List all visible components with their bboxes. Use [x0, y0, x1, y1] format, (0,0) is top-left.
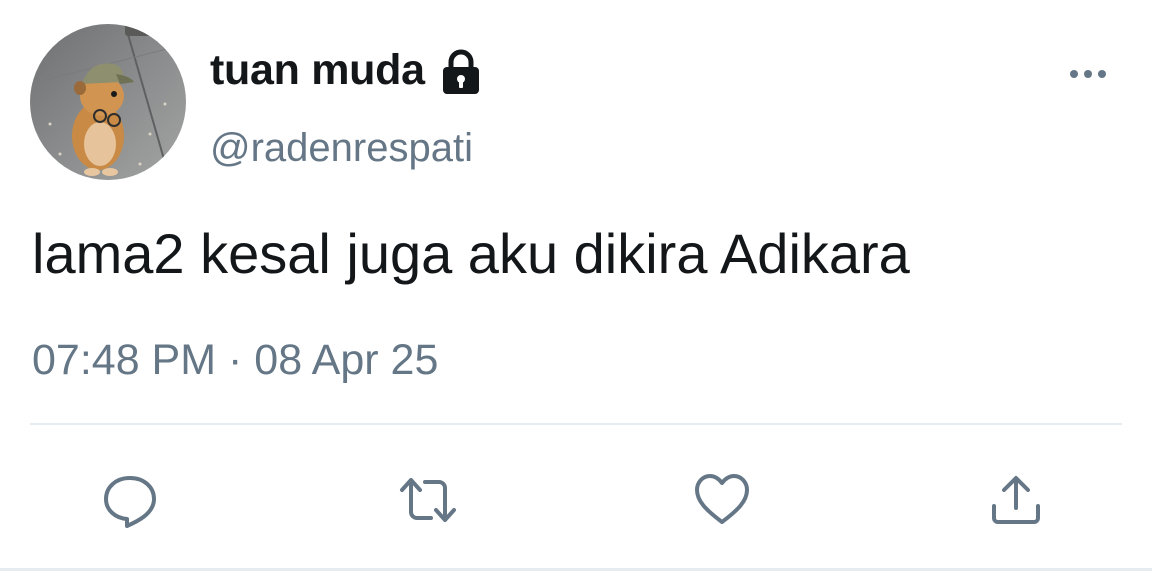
author-handle[interactable]: @radenrespati — [210, 122, 473, 174]
tweet-time: 07:48 PM — [32, 336, 217, 384]
lock-icon — [437, 48, 485, 96]
timestamp[interactable]: 07:48 PM · 08 Apr 25 — [32, 332, 438, 388]
reply-button[interactable] — [98, 468, 162, 532]
tweet-text: lama2 kesal juga aku dikira Adikara — [32, 222, 910, 285]
share-button[interactable] — [984, 468, 1048, 532]
like-button[interactable] — [690, 468, 754, 532]
more-dots-icon[interactable] — [1066, 62, 1110, 86]
tweet-date: 08 Apr 25 — [254, 336, 439, 384]
timestamp-separator: · — [216, 336, 255, 384]
author-name-row: tuan muda — [210, 42, 485, 98]
bottom-divider — [0, 568, 1152, 571]
retweet-button[interactable] — [396, 468, 460, 532]
tweet-card: tuan muda @radenrespati lama2 kesal juga… — [0, 0, 1152, 588]
display-name[interactable]: tuan muda — [210, 42, 425, 98]
retweet-arrows-icon — [400, 478, 456, 522]
heart-icon — [695, 474, 749, 524]
speech-bubble-icon — [104, 476, 156, 528]
divider — [30, 423, 1122, 425]
avatar[interactable] — [30, 24, 186, 180]
share-upload-icon — [992, 476, 1040, 524]
hamster-avatar-icon — [30, 24, 186, 180]
